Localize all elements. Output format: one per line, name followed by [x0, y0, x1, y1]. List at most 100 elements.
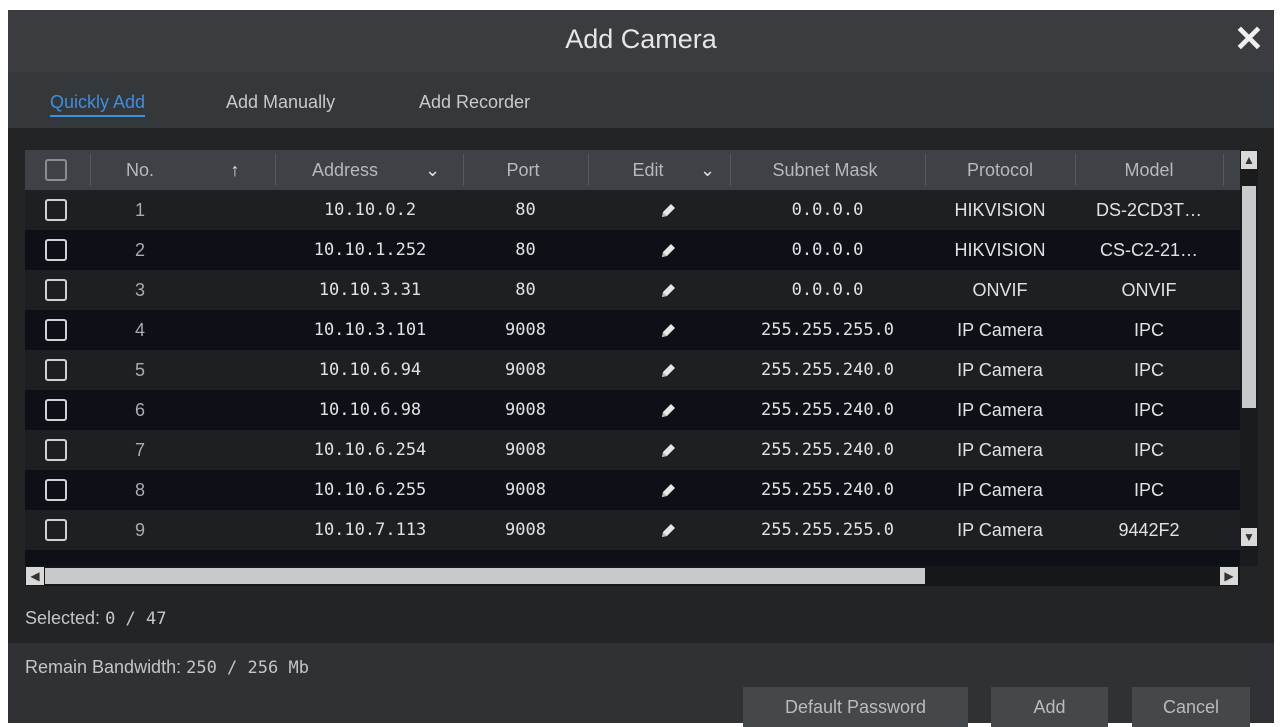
cell-address: 10.10.0.2: [323, 200, 417, 220]
cell-model: IPC: [1133, 440, 1164, 460]
add-button[interactable]: Add: [991, 687, 1108, 727]
table-row[interactable]: 1 10.10.0.2 80 0.0.0.0 HIKVISION DS-2CD3T…: [25, 190, 1240, 230]
cell-no: 2: [134, 240, 145, 260]
title-bar: Add Camera ✕: [8, 10, 1274, 72]
table-row[interactable]: 2 10.10.1.252 80 0.0.0.0 HIKVISION CS-C2-21…: [25, 230, 1240, 270]
header-no[interactable]: No.: [90, 160, 190, 181]
header-port[interactable]: Port: [463, 160, 583, 181]
select-all-checkbox[interactable]: [45, 159, 67, 181]
tab-add-recorder[interactable]: Add Recorder: [419, 92, 530, 113]
header-model[interactable]: Model: [1075, 160, 1223, 181]
table-row[interactable]: 3 10.10.3.31 80 0.0.0.0 ONVIF ONVIF: [25, 270, 1240, 310]
cell-model: DS-2CD3T…: [1095, 200, 1202, 220]
chevron-down-icon[interactable]: ⌄: [695, 160, 720, 181]
cell-no: 9: [134, 520, 145, 540]
cell-model: IPC: [1133, 400, 1164, 420]
cell-protocol: HIKVISION: [954, 240, 1046, 260]
cell-address: 10.10.1.252: [313, 240, 427, 260]
pencil-icon[interactable]: [658, 521, 678, 541]
scroll-up-icon[interactable]: ▲: [1241, 151, 1257, 169]
row-checkbox[interactable]: [45, 359, 67, 381]
row-checkbox[interactable]: [45, 279, 67, 301]
close-icon[interactable]: ✕: [1232, 21, 1266, 57]
table-row[interactable]: 9 10.10.7.113 9008 255.255.255.0 IP Camera 94…: [25, 510, 1240, 550]
header-edit[interactable]: Edit: [588, 160, 708, 181]
cell-protocol: IP Camera: [957, 440, 1043, 460]
vertical-scroll-thumb[interactable]: [1242, 186, 1256, 408]
pencil-icon[interactable]: [658, 361, 678, 381]
cell-protocol: ONVIF: [972, 280, 1028, 300]
cell-subnet: 255.255.255.0: [760, 520, 895, 540]
pencil-icon[interactable]: [658, 401, 678, 421]
cell-address: 10.10.3.31: [318, 280, 422, 300]
cell-subnet: 0.0.0.0: [791, 200, 864, 220]
cell-protocol: IP Camera: [957, 400, 1043, 420]
row-checkbox[interactable]: [45, 199, 67, 221]
camera-table: No. ↑ Address ⌄ Port Edit ⌄ Subnet Mask …: [25, 150, 1240, 566]
footer-bar: Remain Bandwidth: 250 / 256 Mb Default P…: [8, 643, 1274, 727]
cell-model: IPC: [1133, 360, 1164, 380]
cancel-button[interactable]: Cancel: [1132, 687, 1250, 727]
tab-add-manually[interactable]: Add Manually: [226, 92, 335, 113]
cell-port: 80: [515, 200, 536, 220]
row-checkbox[interactable]: [45, 319, 67, 341]
cell-subnet: 255.255.255.0: [760, 320, 895, 340]
cell-no: 1: [134, 200, 145, 220]
cell-subnet: 255.255.240.0: [760, 400, 895, 420]
cell-model: IPC: [1133, 320, 1164, 340]
tab-quickly-add[interactable]: Quickly Add: [50, 92, 146, 117]
vertical-scrollbar[interactable]: ▲ ▼: [1240, 150, 1258, 566]
add-camera-dialog: Add Camera ✕ Quickly Add Add Manually Ad…: [8, 10, 1274, 727]
cell-no: 6: [134, 400, 145, 420]
bandwidth-label: Remain Bandwidth:: [25, 657, 182, 677]
pencil-icon[interactable]: [658, 441, 678, 461]
table-row[interactable]: 7 10.10.6.254 9008 255.255.240.0 IP Camera IP…: [25, 430, 1240, 470]
cell-address: 10.10.6.94: [318, 360, 422, 380]
pencil-icon[interactable]: [658, 241, 678, 261]
horizontal-scrollbar[interactable]: ◀ ▶: [25, 566, 1240, 586]
cell-no: 5: [134, 360, 145, 380]
table-row[interactable]: 8 10.10.6.255 9008 255.255.240.0 IP Camera IP…: [25, 470, 1240, 510]
row-checkbox[interactable]: [45, 519, 67, 541]
table-row[interactable]: 4 10.10.3.101 9008 255.255.255.0 IP Camera IP…: [25, 310, 1240, 350]
table-row[interactable]: 5 10.10.6.94 9008 255.255.240.0 IP Camera IPC: [25, 350, 1240, 390]
cell-port: 9008: [505, 360, 546, 380]
row-checkbox[interactable]: [45, 399, 67, 421]
scroll-right-icon[interactable]: ▶: [1220, 567, 1238, 585]
row-checkbox[interactable]: [45, 239, 67, 261]
cell-protocol: IP Camera: [957, 360, 1043, 380]
cell-no: 3: [134, 280, 145, 300]
cell-address: 10.10.6.254: [313, 440, 427, 460]
pencil-icon[interactable]: [658, 321, 678, 341]
scroll-left-icon[interactable]: ◀: [26, 567, 44, 585]
default-password-button[interactable]: Default Password: [743, 687, 968, 727]
cell-port: 80: [515, 280, 536, 300]
cell-port: 9008: [505, 320, 546, 340]
chevron-down-icon[interactable]: ⌄: [420, 160, 445, 181]
cell-address: 10.10.3.101: [313, 320, 427, 340]
pencil-icon[interactable]: [658, 281, 678, 301]
header-protocol[interactable]: Protocol: [925, 160, 1075, 181]
row-checkbox[interactable]: [45, 479, 67, 501]
header-subnet-mask[interactable]: Subnet Mask: [730, 160, 920, 181]
cell-port: 9008: [505, 400, 546, 420]
header-address[interactable]: Address: [275, 160, 415, 181]
cell-port: 9008: [505, 520, 546, 540]
pencil-icon[interactable]: [658, 201, 678, 221]
cell-port: 80: [515, 240, 536, 260]
cell-port: 9008: [505, 440, 546, 460]
cell-port: 9008: [505, 480, 546, 500]
horizontal-scroll-thumb[interactable]: [45, 568, 925, 584]
sort-arrow-up-icon[interactable]: ↑: [225, 160, 245, 181]
scroll-down-icon[interactable]: ▼: [1241, 528, 1257, 546]
cell-protocol: HIKVISION: [954, 200, 1046, 220]
table-row[interactable]: 6 10.10.6.98 9008 255.255.240.0 IP Camera IPC: [25, 390, 1240, 430]
cell-address: 10.10.6.98: [318, 400, 422, 420]
row-checkbox[interactable]: [45, 439, 67, 461]
pencil-icon[interactable]: [658, 481, 678, 501]
selected-value: 0 / 47: [105, 609, 167, 629]
cell-protocol: IP Camera: [957, 480, 1043, 500]
column-divider: [1223, 154, 1224, 186]
cell-subnet: 255.255.240.0: [760, 360, 895, 380]
selected-count: Selected: 0 / 47: [25, 608, 167, 629]
